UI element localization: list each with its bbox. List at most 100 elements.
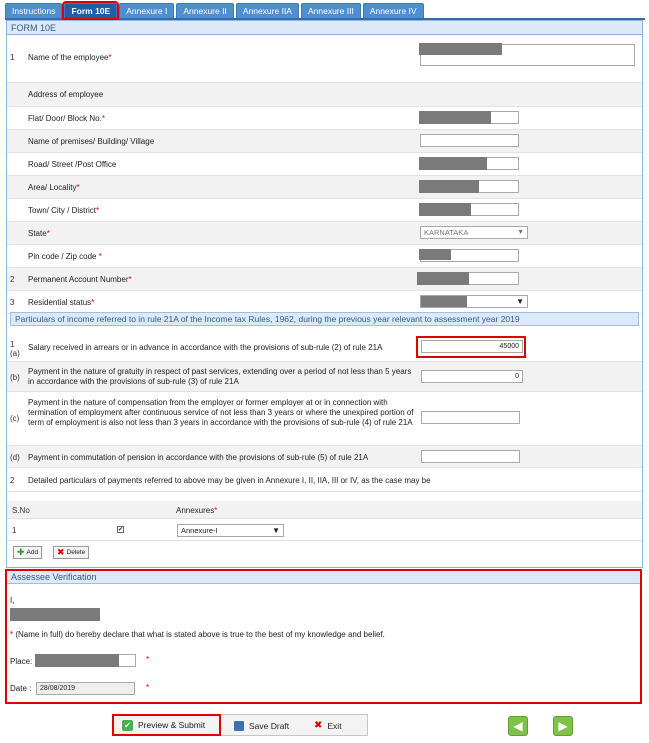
tab-form-10e[interactable]: Form 10E	[62, 1, 120, 20]
redacted-block	[419, 249, 451, 260]
row-pan: 2 Permanent Account Number*	[7, 268, 642, 291]
row-compensation: (c) Payment in the nature of compensatio…	[7, 392, 642, 446]
close-icon: ✖	[314, 720, 323, 731]
row-pin: Pin code / Zip code *	[7, 245, 642, 268]
arrow-left-icon: ◀	[513, 719, 523, 733]
row-number: 1	[10, 53, 15, 62]
pension-label: Payment in commutation of pension in acc…	[28, 453, 369, 462]
tab-annexure-iv[interactable]: Annexure IV	[362, 3, 424, 18]
redacted-block	[35, 654, 119, 667]
row-annexure-note: 2 Detailed particulars of payments refer…	[7, 468, 642, 492]
next-button[interactable]: ▶	[553, 716, 573, 736]
row-road: Road/ Street /Post Office	[7, 153, 642, 176]
tab-annexure-iii[interactable]: Annexure III	[300, 3, 361, 18]
row-premises: Name of premises/ Building/ Village	[7, 130, 642, 153]
required-marker: *	[146, 655, 150, 664]
state-label: State*	[28, 229, 50, 238]
redacted-block	[419, 111, 491, 124]
verification-i-label: I,	[10, 596, 15, 605]
add-button[interactable]: ✚ Add	[13, 546, 43, 559]
redacted-name	[10, 608, 100, 621]
row-number: (b)	[10, 373, 20, 382]
exit-button[interactable]: ✖ Exit	[306, 715, 364, 737]
premises-field[interactable]	[420, 134, 519, 147]
salary-arrears-label: Salary received in arrears or in advance…	[28, 343, 383, 352]
premises-label: Name of premises/ Building/ Village	[28, 137, 155, 146]
row-town: Town/ City / District*	[7, 199, 642, 222]
area-label: Area/ Locality*	[28, 183, 80, 192]
flat-label: Flat/ Door/ Block No.*	[28, 114, 105, 123]
pin-label: Pin code / Zip code *	[28, 252, 102, 261]
row-gratuity: (b) Payment in the nature of gratuity in…	[7, 362, 642, 392]
row-residential: 3 Residential status* ▼	[7, 291, 642, 314]
redacted-block	[421, 296, 467, 307]
row-employee-name: 1 Name of the employee*	[7, 36, 642, 83]
row-number: 3	[10, 298, 15, 307]
declaration-text: * (Name in full) do hereby declare that …	[10, 630, 385, 639]
action-bar: ✔ Preview & Submit Save Draft ✖ Exit ◀ ▶	[0, 712, 649, 740]
plus-icon: ✚	[17, 547, 25, 557]
chevron-down-icon: ▼	[517, 229, 524, 236]
row-pension: (d) Payment in commutation of pension in…	[7, 446, 642, 468]
pan-label: Permanent Account Number*	[28, 275, 132, 284]
gratuity-field[interactable]: 0	[421, 370, 523, 383]
verification-title: Assessee Verification	[7, 571, 640, 584]
row-number: (d)	[10, 453, 20, 462]
annexure-select[interactable]: Annexure-I ▼	[177, 524, 284, 537]
save-draft-button[interactable]: Save Draft	[226, 715, 298, 737]
redacted-block	[417, 272, 469, 285]
row-number: 2	[10, 476, 15, 485]
form-panel: FORM 10E 1 Name of the employee* Address…	[6, 20, 643, 568]
row-address-header: Address of employee	[7, 83, 642, 107]
place-label: Place:	[10, 657, 33, 666]
check-icon: ✔	[122, 719, 133, 731]
employee-name-label: Name of the employee*	[28, 53, 112, 62]
annex-table-header: S.No Annexures*	[7, 501, 642, 519]
row-sno: 1	[12, 526, 17, 535]
residential-label: Residential status*	[28, 298, 95, 307]
required-marker: *	[146, 683, 150, 692]
verification-panel: Assessee Verification I, * (Name in full…	[5, 569, 642, 704]
date-field[interactable]: 28/08/2019	[36, 682, 135, 695]
row-state: State* KARNATAKA ▼	[7, 222, 642, 245]
compensation-label: Payment in the nature of compensation fr…	[28, 398, 414, 427]
redacted-block	[419, 157, 487, 170]
col-annexures-header: Annexures*	[176, 506, 218, 515]
row-select-checkbox[interactable]: ✔	[117, 526, 124, 533]
delete-icon: ✖	[57, 547, 65, 557]
preview-submit-button[interactable]: ✔ Preview & Submit	[112, 714, 221, 736]
redacted-block	[419, 180, 479, 193]
row-salary-arrears: 1 (a) Salary received in arrears or in a…	[7, 332, 642, 362]
gratuity-label: Payment in the nature of gratuity in res…	[28, 367, 412, 386]
row-area: Area/ Locality*	[7, 176, 642, 199]
row-flat: Flat/ Door/ Block No.*	[7, 107, 642, 130]
tab-annexure-ii[interactable]: Annexure II	[176, 3, 234, 18]
date-label: Date :	[10, 684, 32, 693]
state-select[interactable]: KARNATAKA ▼	[420, 226, 528, 239]
form-title: FORM 10E	[7, 21, 642, 35]
col-sno-header: S.No	[12, 506, 30, 515]
table-row: 1 ✔ Annexure-I ▼	[7, 519, 642, 541]
redacted-block	[419, 203, 471, 216]
tab-annexure-i[interactable]: Annexure I	[119, 3, 175, 18]
row-number: (c)	[10, 414, 20, 423]
redacted-block	[419, 43, 502, 55]
compensation-field[interactable]	[421, 411, 520, 424]
tab-annexure-iia[interactable]: Annexure IIA	[235, 3, 299, 18]
annexure-note-label: Detailed particulars of payments referre…	[28, 476, 431, 485]
delete-button[interactable]: ✖ Delete	[53, 546, 90, 559]
highlight-box	[416, 336, 526, 358]
tab-bar: Instructions Form 10E Annexure I Annexur…	[5, 1, 645, 20]
save-icon	[234, 721, 244, 731]
row-number: 1 (a)	[10, 340, 20, 358]
address-label: Address of employee	[28, 90, 104, 99]
chevron-down-icon: ▼	[516, 297, 524, 306]
tab-instructions[interactable]: Instructions	[5, 3, 63, 18]
town-label: Town/ City / District*	[28, 206, 100, 215]
chevron-down-icon: ▼	[272, 526, 280, 535]
row-number: 2	[10, 275, 15, 284]
particulars-header: Particulars of income referred to in rul…	[10, 312, 639, 326]
road-label: Road/ Street /Post Office	[28, 160, 117, 169]
pension-field[interactable]	[421, 450, 520, 463]
previous-button[interactable]: ◀	[508, 716, 528, 736]
